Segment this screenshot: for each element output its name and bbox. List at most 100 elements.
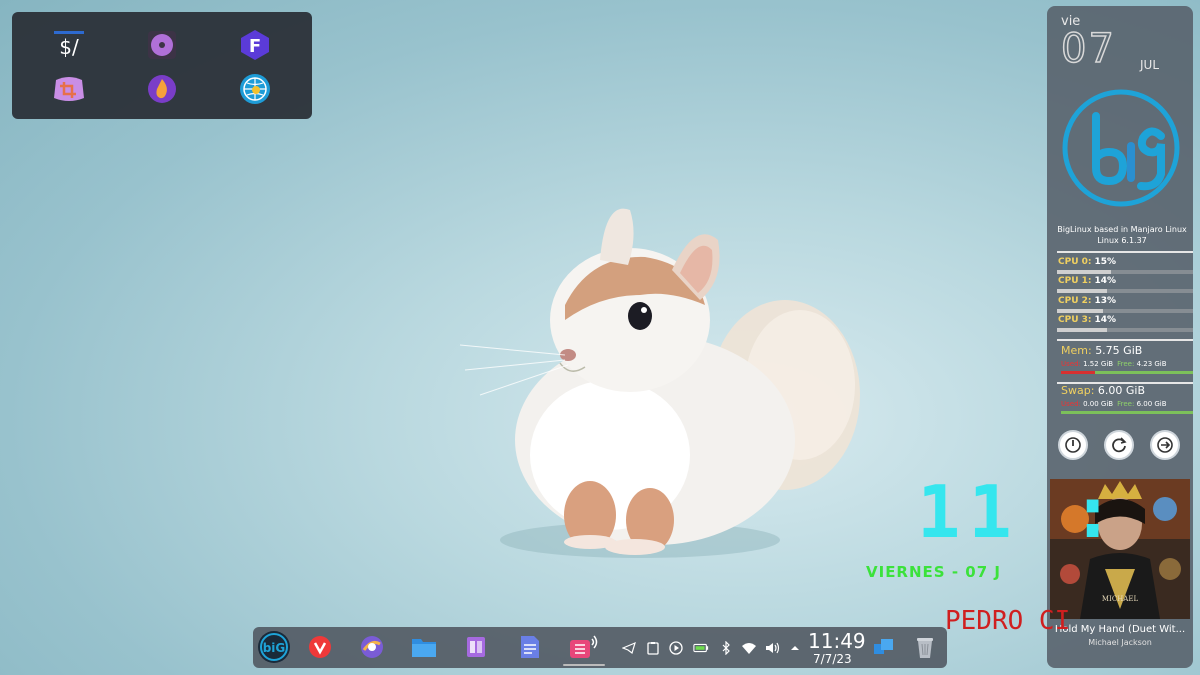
firewall-flame-icon[interactable] [145, 72, 179, 106]
clipboard-icon [647, 642, 659, 655]
taskbar-clock-date[interactable]: 7/7/23 [813, 652, 852, 666]
files-icon [412, 639, 436, 657]
memory-label: Mem: [1061, 344, 1092, 357]
cpu-value: 13% [1094, 296, 1117, 306]
sound-app-button[interactable] [569, 632, 599, 662]
workspace-icon [874, 639, 893, 654]
biglinux-menu-button[interactable]: biG [257, 630, 291, 664]
vivaldi-icon [309, 636, 331, 658]
vivaldi-button[interactable] [305, 632, 335, 662]
files-button[interactable] [409, 632, 439, 662]
taskbar-clock-time[interactable]: 11:49 [808, 629, 866, 653]
memory-total: Mem: 5.75 GiB [1061, 344, 1142, 357]
song-artist: Michael Jackson [1088, 638, 1152, 647]
swap-total: Swap: 6.00 GiB [1061, 384, 1145, 397]
svg-text:F: F [249, 36, 261, 57]
album-title-text: MICHAEL [1102, 595, 1139, 603]
globe-browser-icon[interactable] [238, 72, 272, 106]
swap-detail: Used: 0.00 GiB Free: 6.00 GiB [1061, 400, 1167, 408]
svg-text:biG: biG [263, 641, 286, 655]
month-label: JUL [1140, 58, 1160, 72]
sound-app-icon [570, 635, 598, 658]
cpu-3-row: CPU 3: 14% [1058, 315, 1116, 325]
restart-icon [1112, 437, 1127, 453]
cpu-label: CPU 0: [1058, 257, 1092, 267]
date-number: 07 [1060, 25, 1116, 73]
cpu-2-bar [1057, 309, 1193, 313]
volume-tray[interactable] [765, 640, 781, 656]
font-app-icon[interactable]: F [238, 28, 272, 62]
documents-icon [521, 636, 539, 658]
bluetooth-tray[interactable] [718, 640, 734, 656]
disc-burner-icon[interactable] [145, 28, 179, 62]
distro-name: BigLinux based in Manjaro Linux [1057, 225, 1187, 234]
swap-used-label: Used: [1061, 400, 1081, 408]
taskbar: biG 11:49 7/7/23 [253, 627, 947, 668]
telegram-tray[interactable] [621, 640, 637, 656]
cpu-2-row: CPU 2: 13% [1058, 296, 1116, 306]
trash-icon [917, 638, 933, 658]
cpu-value: 14% [1094, 276, 1117, 286]
expand-tray-icon [791, 646, 799, 650]
wifi-icon [742, 643, 756, 654]
memory-used: 1.52 GiB [1083, 360, 1114, 368]
desktop-date-line: VIERNES - 07 J [866, 563, 1001, 581]
wifi-tray[interactable] [741, 640, 757, 656]
swap-bar [1061, 411, 1193, 414]
memory-free: 4.23 GiB [1136, 360, 1167, 368]
memory-used-label: Used: [1061, 360, 1081, 368]
cpu-0-bar [1057, 270, 1193, 274]
swap-label: Swap: [1061, 384, 1095, 397]
workspace-button[interactable] [869, 632, 899, 662]
swap-used: 0.00 GiB [1083, 400, 1114, 408]
office-icon [467, 637, 485, 657]
shutdown-button[interactable] [1058, 430, 1088, 460]
browser-button[interactable] [357, 632, 387, 662]
crop-tool-icon[interactable] [52, 72, 86, 106]
system-sidebar: vie 07 JUL BigLinux based in Manjaro Lin… [1047, 6, 1193, 668]
logout-icon [1157, 437, 1173, 453]
restart-button[interactable] [1104, 430, 1134, 460]
distro-info: BigLinux based in Manjaro Linux Linux 6.… [1051, 224, 1193, 246]
media-tray[interactable] [668, 640, 684, 656]
biglinux-menu-icon: biG [258, 631, 290, 663]
cpu-label: CPU 1: [1058, 276, 1092, 286]
cpu-label: CPU 3: [1058, 315, 1092, 325]
memory-free-label: Free: [1117, 360, 1135, 368]
cpu-label: CPU 2: [1058, 296, 1092, 306]
cpu-0-row: CPU 0: 15% [1058, 257, 1116, 267]
cpu-1-bar [1057, 289, 1193, 293]
separator [1057, 251, 1193, 253]
expand-tray-button[interactable] [787, 640, 803, 656]
kernel-version: Linux 6.1.37 [1097, 236, 1147, 245]
cpu-3-bar [1057, 328, 1193, 332]
app-launcher-panel: $/ F [12, 12, 312, 119]
biglinux-logo [1061, 86, 1181, 214]
battery-icon [693, 643, 709, 653]
trash-button[interactable] [910, 632, 940, 662]
swap-free: 6.00 GiB [1136, 400, 1167, 408]
terminal-dollar-icon[interactable]: $/ [52, 28, 86, 62]
wallpaper-squirrel [459, 208, 860, 558]
desktop-user-name: PEDRO CI [945, 606, 1071, 636]
separator [1057, 339, 1193, 341]
office-button[interactable] [461, 632, 491, 662]
media-play-icon [669, 641, 683, 655]
bluetooth-icon [722, 641, 730, 655]
memory-detail: Used: 1.52 GiB Free: 4.23 GiB [1061, 360, 1167, 368]
memory-bar [1061, 371, 1193, 374]
telegram-icon [622, 641, 636, 654]
cpu-value: 14% [1094, 315, 1117, 325]
logout-button[interactable] [1150, 430, 1180, 460]
cpu-value: 15% [1094, 257, 1117, 267]
power-icon [1065, 437, 1081, 453]
swap-value: 6.00 GiB [1097, 384, 1146, 397]
browser-icon [361, 636, 383, 658]
active-indicator [563, 664, 605, 666]
volume-icon [766, 642, 780, 654]
clipboard-tray[interactable] [645, 640, 661, 656]
svg-text:$/: $/ [59, 35, 79, 59]
documents-button[interactable] [515, 632, 545, 662]
memory-value: 5.75 GiB [1095, 344, 1143, 357]
battery-tray[interactable] [693, 640, 709, 656]
